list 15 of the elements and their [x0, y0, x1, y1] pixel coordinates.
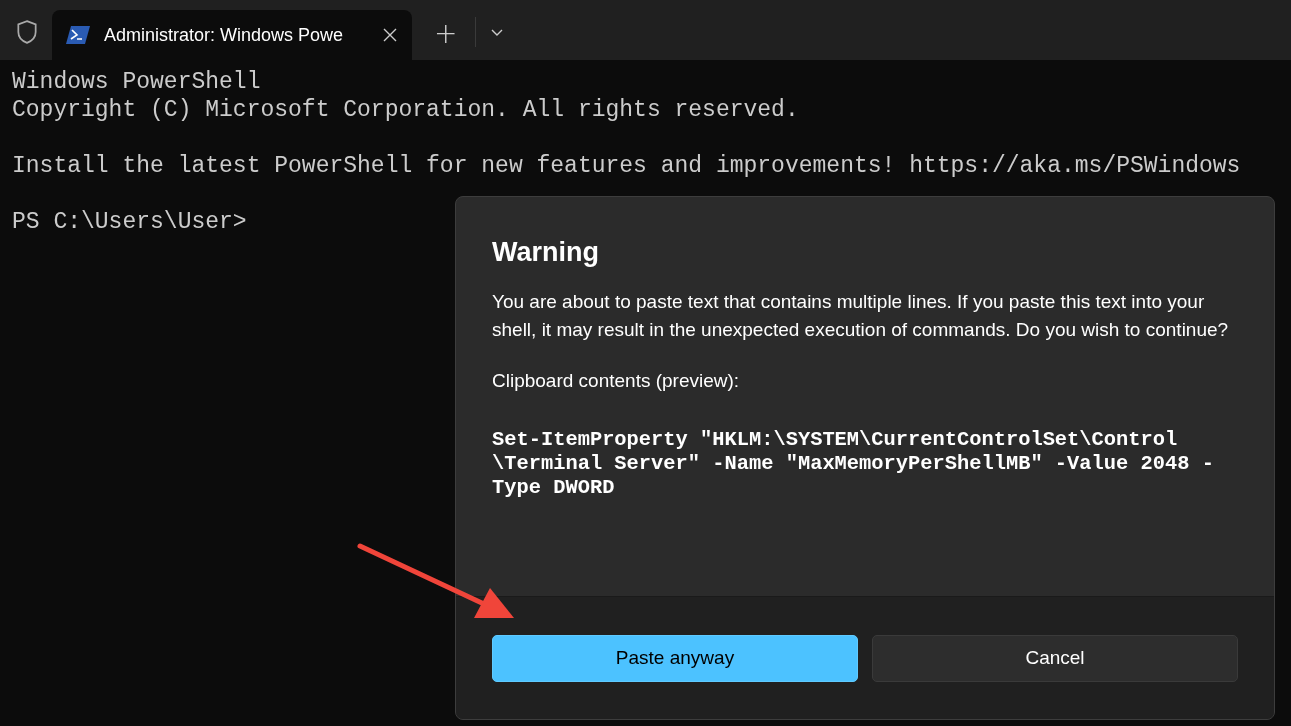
new-tab-button[interactable]: +	[428, 17, 464, 50]
terminal-line: Install the latest PowerShell for new features and improvements! https://aka.ms/PSWindows	[12, 152, 1242, 180]
warning-message: You are about to paste text that contains multiple lines. If you paste this text into your shell, it may result in the unexpected execution of commands. Do you wish to continue?	[492, 290, 1230, 342]
preview-label: Clipboard contents (preview):	[492, 370, 741, 392]
dialog-title: Warning	[492, 237, 600, 268]
powershell-icon	[66, 26, 90, 44]
terminal-line: PS C:\Users\User>	[12, 208, 248, 236]
cancel-button[interactable]: Cancel	[872, 634, 1238, 682]
terminal-line: Windows PowerShell	[12, 68, 262, 96]
paste-anyway-button[interactable]: Paste anyway	[492, 634, 858, 682]
terminal-tab[interactable]: Administrator: Windows Powe	[52, 10, 412, 60]
shield-icon	[14, 19, 40, 45]
terminal-line: Copyright (C) Microsoft Corporation. All rights reserved.	[12, 96, 800, 124]
close-icon[interactable]	[382, 27, 398, 43]
clipboard-preview: Set-ItemProperty "HKLM:\SYSTEM\CurrentControlSet\Control \Terminal Server" -Name "MaxMemoryPerShellMB" -Value 2048 - Type DWORD	[492, 428, 1215, 500]
